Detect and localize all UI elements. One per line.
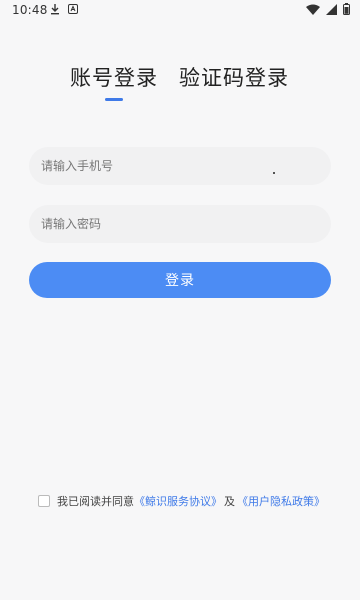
tab-account-login[interactable]: 账号登录: [70, 62, 158, 92]
tab-code-login[interactable]: 验证码登录: [179, 62, 289, 92]
service-agreement-link[interactable]: 《鲸识服务协议》: [134, 493, 222, 509]
status-icons-right: [306, 3, 350, 15]
stray-dot: [273, 172, 275, 174]
status-bar: 10:48: [0, 0, 360, 22]
wifi-icon: [306, 4, 320, 15]
app-notification-icon: [68, 4, 78, 14]
phone-field-container: [29, 147, 331, 185]
status-icons-left: [50, 3, 78, 15]
signal-icon: [326, 3, 337, 15]
password-field-container: [29, 205, 331, 243]
login-button[interactable]: 登录: [29, 262, 331, 298]
agreement-prefix: 我已阅读并同意: [57, 495, 134, 508]
privacy-policy-link[interactable]: 《用户隐私政策》: [237, 493, 325, 509]
password-input[interactable]: [29, 205, 331, 243]
active-tab-indicator: [105, 98, 123, 101]
agreement-row: 我已阅读并同意 《鲸识服务协议》 及 《用户隐私政策》: [38, 493, 325, 509]
login-tabs: 账号登录 验证码登录: [0, 62, 360, 102]
battery-icon: [343, 3, 350, 15]
download-icon: [50, 3, 60, 15]
phone-input[interactable]: [29, 147, 331, 185]
agreement-and: 及: [224, 495, 235, 508]
agreement-checkbox[interactable]: [38, 495, 50, 507]
status-time: 10:48: [12, 3, 48, 17]
